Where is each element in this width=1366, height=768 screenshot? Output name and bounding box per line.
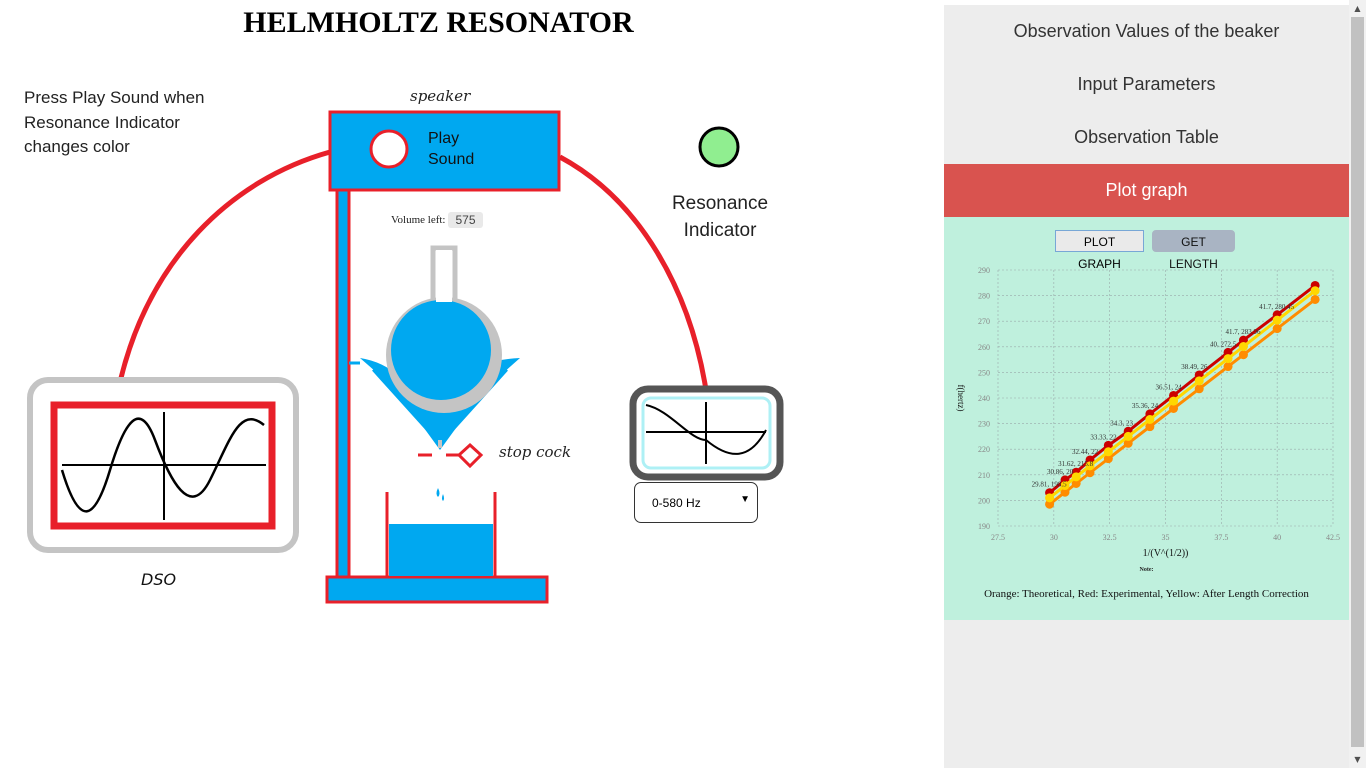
x-tick-label: 35 [1162, 533, 1170, 542]
data-label: 32.44, 22 [1072, 448, 1099, 456]
y-tick-label: 220 [978, 445, 990, 454]
x-tick-label: 42.5 [1326, 533, 1340, 542]
data-point [1238, 350, 1248, 360]
data-label: 35.36, 24 [1132, 402, 1159, 410]
stopcock-label: stop cock [499, 443, 572, 461]
data-point [1103, 447, 1113, 457]
data-point [1169, 396, 1179, 406]
x-tick-label: 30 [1050, 533, 1058, 542]
y-tick-label: 280 [978, 292, 990, 301]
dso-label: DSO [141, 570, 177, 589]
y-tick-label: 230 [978, 420, 990, 429]
scroll-up-icon[interactable]: ▲ [1349, 0, 1366, 17]
section-input-parameters[interactable]: Input Parameters [944, 58, 1349, 111]
signal-generator [629, 385, 784, 481]
y-tick-label: 210 [978, 471, 990, 480]
chart-legend: Orange: Theoretical, Red: Experimental, … [984, 588, 1309, 600]
play-sound-label[interactable]: Play Sound [428, 128, 474, 170]
play-sound-button[interactable] [369, 129, 409, 169]
resonator-flask [360, 245, 520, 450]
x-tick-label: 27.5 [991, 533, 1005, 542]
data-point [1223, 354, 1233, 364]
data-point [1194, 384, 1204, 394]
data-label: 30.86, 20 [1047, 468, 1074, 476]
data-label: 40, 272.5 [1210, 340, 1237, 348]
frequency-range-select[interactable]: 0-580 Hz ▼ [634, 482, 758, 523]
data-point [1145, 415, 1155, 425]
resonance-indicator-label: Resonance Indicator [660, 190, 780, 244]
chevron-down-icon[interactable]: ▼ [740, 494, 750, 505]
water-drops-icon [436, 488, 444, 501]
section-plot-graph[interactable]: Plot graph [944, 164, 1349, 217]
data-label: 41.7, 280.45 [1259, 303, 1295, 311]
get-length-button[interactable]: GET LENGTH [1152, 230, 1235, 271]
resonance-label-line1: Resonance [671, 193, 769, 214]
scrollbar[interactable]: ▲ ▼ [1349, 0, 1366, 768]
x-tick-label: 37.5 [1214, 533, 1228, 542]
data-label: 29.81, 198.5 [1032, 481, 1068, 489]
resonance-label-line2: Indicator [683, 220, 757, 241]
y-tick-label: 240 [978, 394, 990, 403]
frequency-chart: 27.5 30 32.5 35 37.5 40 42.5 190 200 210 220 230 240… [956, 266, 1340, 559]
y-tick-label: 250 [978, 368, 990, 377]
frequency-range-value[interactable]: 0-580 Hz [652, 496, 701, 510]
y-tick-label: 190 [978, 522, 990, 531]
dso-wire [118, 149, 331, 379]
data-label: 33.33, 22 [1090, 433, 1117, 441]
play-label-line1[interactable]: Play [428, 128, 474, 149]
beaker [385, 492, 497, 578]
speaker-label: speaker [410, 87, 471, 105]
stop-cock[interactable] [418, 442, 484, 469]
section-observation-table[interactable]: Observation Table [944, 111, 1349, 164]
y-tick-label: 290 [978, 266, 990, 275]
y-axis-label: f(hertz) [956, 385, 966, 412]
x-tick-label: 32.5 [1103, 533, 1117, 542]
y-tick-label: 200 [978, 496, 990, 505]
note-label: Note: [1139, 567, 1154, 573]
data-point [1223, 362, 1233, 372]
dso-device [27, 377, 299, 553]
apparatus-diagram [27, 110, 784, 604]
data-point [1272, 315, 1282, 325]
data-point [1123, 431, 1133, 441]
data-point [1310, 286, 1320, 296]
data-point [1238, 342, 1248, 352]
data-label: 31.62, 215.8 [1058, 460, 1094, 468]
data-label: 34.3, 23 [1110, 419, 1133, 427]
plot-area: PLOT GRAPH GET LENGTH 27.5 30 32.5 35 37.5 40… [944, 217, 1349, 620]
plot-graph-button[interactable]: PLOT GRAPH [1055, 230, 1144, 271]
data-label: 41.7, 283.96 [1225, 328, 1261, 336]
data-point [1045, 493, 1055, 503]
section-observation-values[interactable]: Observation Values of the beaker [944, 5, 1349, 58]
volume-value: 575 [448, 212, 483, 228]
data-point [1194, 376, 1204, 386]
play-label-line2[interactable]: Sound [428, 149, 474, 170]
y-tick-label: 260 [978, 343, 990, 352]
data-point [1310, 294, 1320, 304]
resonance-indicator-light [698, 126, 740, 168]
side-panel: Observation Values of the beaker Input P… [944, 5, 1349, 768]
data-label: 38.49, 26 [1181, 363, 1208, 371]
scroll-thumb[interactable] [1351, 17, 1364, 747]
y-tick-label: 270 [978, 317, 990, 326]
data-point [1272, 324, 1282, 334]
scroll-down-icon[interactable]: ▼ [1349, 751, 1366, 768]
data-label: 36.51, 24 [1156, 383, 1183, 391]
x-tick-label: 40 [1273, 533, 1281, 542]
x-axis-label: 1/(V^(1/2)) [1143, 548, 1189, 559]
volume-label: Volume left: [391, 214, 446, 226]
